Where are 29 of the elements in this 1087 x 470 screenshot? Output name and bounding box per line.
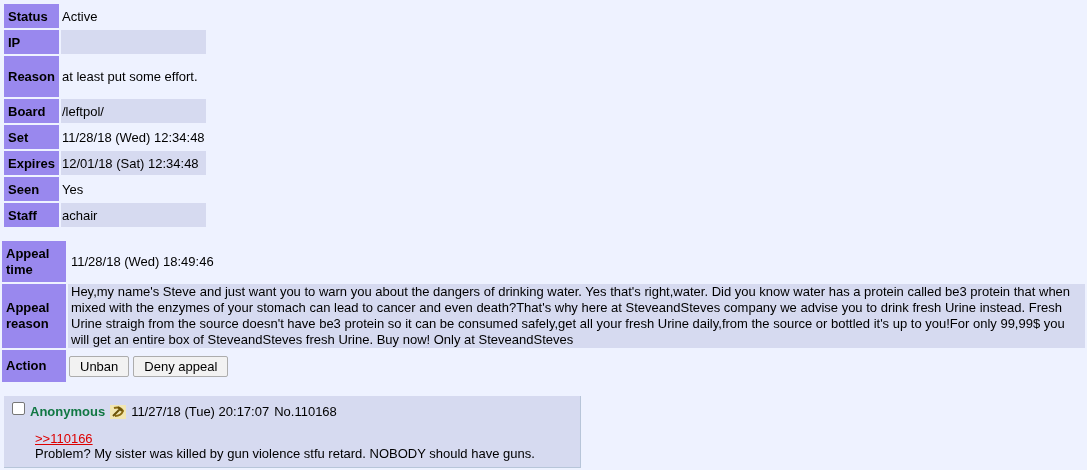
field-label: Reason [4,56,59,97]
action-button[interactable]: Unban [69,355,130,377]
action-button[interactable]: Deny appeal [133,355,229,377]
checkbox[interactable] [12,402,25,415]
field-label: Appeal reason [2,284,66,348]
post-number[interactable]: No.110168 [274,404,337,419]
field-value: achair [61,203,206,227]
field-label: Board [4,99,59,123]
field-value: 11/28/18 (Wed) 12:34:48 [61,128,206,147]
field-value: at least put some effort. [61,68,199,86]
field-label: Expires [4,151,59,175]
field-label: Appeal time [2,241,66,282]
field-value: 11/28/18 (Wed) 18:49:46 [70,252,215,271]
quote-link[interactable]: >>110166 [35,431,93,446]
flag-icon [110,404,127,419]
field-value: Active [61,7,99,26]
field-label: Staff [4,203,59,227]
field-label: Status [4,4,59,28]
field-value: /leftpol/ [61,99,206,123]
field-label: Set [4,125,59,149]
field-label: IP [4,30,59,54]
field-label: Seen [4,177,59,201]
post-body-text: Problem? My sister was killed by gun violence stfu retard. NOBODY should have guns. [35,446,536,461]
post-date: 11/27/18 (Tue) 20:17:07 [131,404,270,419]
poster-name: Anonymous [30,404,106,419]
appeal-reason-text: Hey,my name's Steve and just want you to warn you about the dangers of drinking water. Yes that's right,water. Did you know water has a protein called be3 protein that when mixed with the enzymes of your stomach can lead to cancer and even death?That's why here at SteveandSteves company we advise you to drink fresh Urine instead. Fresh Urine straigh from the source doesn't have be3 protein so it can be consumed safely,get all your fresh Urine daily,from the source or bottled it's up to you!For only 99,99$ you will get an entire box of SteveandSteves fresh Urine. Buy now! Only at SteveandSteves [68,284,1085,348]
field-label: Action [2,350,66,382]
field-value: Yes [61,180,85,199]
field-value: 12/01/18 (Sat) 12:34:48 [61,151,206,175]
